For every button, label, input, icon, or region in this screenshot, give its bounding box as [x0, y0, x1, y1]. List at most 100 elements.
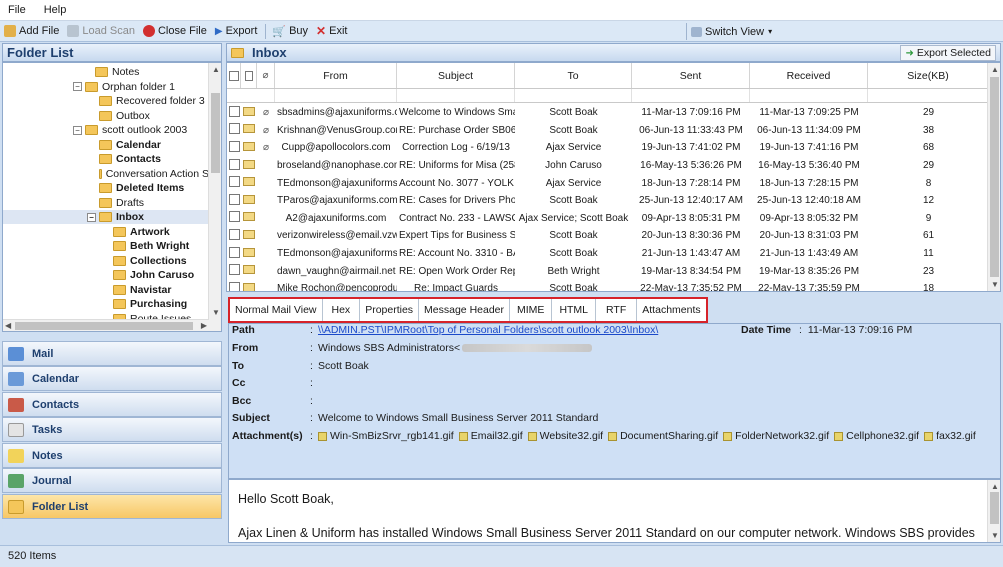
exit-button[interactable]: ✕ Exit	[316, 24, 347, 38]
tab-html[interactable]: HTML	[552, 299, 597, 321]
tab-rtf[interactable]: RTF	[596, 299, 638, 321]
tree-item[interactable]: Beth Wright	[3, 239, 209, 253]
table-row[interactable]: Mike Rochon@pencoprodu... Re: Impact Guar…	[227, 280, 989, 291]
scrollbar-thumb[interactable]	[990, 77, 999, 277]
tree-item[interactable]: Contacts	[3, 152, 209, 166]
tree-item[interactable]: Collections	[3, 254, 209, 268]
tree-item[interactable]: Outbox	[3, 109, 209, 123]
menu-file[interactable]: File	[8, 4, 26, 16]
row-checkbox[interactable]	[229, 264, 240, 276]
table-row[interactable]: TEdmonson@ajaxuniforms.c...Account No. 3…	[227, 174, 989, 192]
scroll-up-icon[interactable]: ▲	[212, 65, 220, 74]
switch-view-button[interactable]: Switch View ▾	[686, 23, 772, 40]
tree-item[interactable]: Artwork	[3, 225, 209, 239]
tree-item[interactable]: Purchasing	[3, 297, 209, 311]
tree-horizontal-scrollbar[interactable]: ◀ ▶	[3, 319, 209, 331]
row-checkbox[interactable]	[229, 176, 240, 188]
buy-button[interactable]: 🛒 Buy	[272, 25, 308, 38]
tree-vertical-scrollbar[interactable]: ▲ ▼	[208, 63, 221, 331]
scroll-right-icon[interactable]: ▶	[201, 321, 207, 330]
tree-item[interactable]: Calendar	[3, 138, 209, 152]
tree-item[interactable]: Deleted Items	[3, 181, 209, 195]
export-button[interactable]: ▶ Export	[215, 25, 258, 37]
table-row[interactable]: dawn_vaughn@airmail.net RE: Open Work Ord…	[227, 262, 989, 280]
row-checkbox[interactable]	[229, 193, 240, 205]
attachment-item[interactable]: Cellphone32.gif	[834, 430, 919, 442]
menu-help[interactable]: Help	[44, 4, 67, 16]
row-checkbox[interactable]	[229, 158, 240, 170]
read-status-column-header[interactable]	[241, 63, 257, 88]
nav-notes[interactable]: Notes	[2, 443, 222, 468]
nav-mail[interactable]: Mail	[2, 341, 222, 366]
scroll-down-icon[interactable]: ▼	[212, 308, 220, 317]
path-link[interactable]: \\ADMIN.PST\IPMRoot\Top of Personal Fold…	[318, 324, 658, 336]
attachment-item[interactable]: fax32.gif	[924, 430, 976, 442]
attachment-item[interactable]: DocumentSharing.gif	[608, 430, 718, 442]
tree-item[interactable]: − scott outlook 2003	[3, 123, 209, 137]
nav-folder-list[interactable]: Folder List	[2, 494, 222, 519]
tree-item[interactable]: Navistar	[3, 283, 209, 297]
scroll-up-icon[interactable]: ▲	[991, 65, 999, 74]
attachment-item[interactable]: Win-SmBizSrvr_rgb141.gif	[318, 430, 454, 442]
grid-vertical-scrollbar[interactable]: ▲ ▼	[987, 63, 1000, 291]
row-checkbox[interactable]	[229, 246, 240, 258]
tree-item[interactable]: Drafts	[3, 196, 209, 210]
column-subject[interactable]: Subject	[397, 63, 515, 88]
table-row[interactable]: broseland@nanophase.com RE: Uniforms for …	[227, 157, 989, 175]
row-checkbox[interactable]	[229, 123, 240, 135]
row-checkbox[interactable]	[229, 140, 240, 152]
attachment-item[interactable]: Email32.gif	[458, 430, 523, 442]
column-sent[interactable]: Sent	[632, 63, 750, 88]
scroll-left-icon[interactable]: ◀	[5, 321, 11, 330]
table-row[interactable]: ⌀ sbsadmins@ajaxuniforms.comWelcome to Wi…	[227, 104, 989, 122]
scroll-down-icon[interactable]: ▼	[991, 280, 999, 289]
tab-normal-mail-view[interactable]: Normal Mail View	[230, 299, 323, 321]
close-file-button[interactable]: Close File	[142, 25, 207, 37]
select-all-checkbox[interactable]	[227, 63, 241, 88]
attachment-column-header[interactable]: ⌀	[257, 63, 275, 88]
load-scan-button[interactable]: Load Scan	[67, 25, 135, 37]
table-row[interactable]: ⌀ Cupp@apollocolors.com Correction Log - 6…	[227, 139, 989, 157]
tab-message-header[interactable]: Message Header	[419, 299, 511, 321]
tree-item[interactable]: Conversation Action S	[3, 167, 209, 181]
column-size[interactable]: Size(KB)	[868, 63, 989, 88]
scrollbar-thumb[interactable]	[15, 322, 193, 330]
row-checkbox[interactable]	[229, 281, 240, 291]
tree-item[interactable]: Recovered folder 3	[3, 94, 209, 108]
attachment-item[interactable]: FolderNetwork32.gif	[723, 430, 829, 442]
table-row[interactable]: ⌀ Krishnan@VenusGroup.com RE: Purchase Ord…	[227, 122, 989, 140]
scrollbar-thumb[interactable]	[211, 93, 220, 173]
tree-item[interactable]: − Inbox	[3, 210, 209, 224]
column-from[interactable]: From	[275, 63, 397, 88]
tab-attachments[interactable]: Attachments	[637, 299, 705, 321]
nav-calendar[interactable]: Calendar	[2, 366, 222, 391]
table-row[interactable]: A2@ajaxuniforms.com Contract No. 233 - LA…	[227, 210, 989, 228]
column-received[interactable]: Received	[750, 63, 868, 88]
collapse-icon[interactable]: −	[87, 212, 96, 222]
attachment-item[interactable]: Website32.gif	[527, 430, 603, 442]
export-selected-button[interactable]: ➜ Export Selected	[900, 45, 996, 61]
tab-mime[interactable]: MIME	[510, 299, 553, 321]
table-row[interactable]: TParos@ajaxuniforms.com RE: Cases for Dri…	[227, 192, 989, 210]
table-row[interactable]: verizonwireless@email.vzws...Expert Tips…	[227, 227, 989, 245]
nav-journal[interactable]: Journal	[2, 468, 222, 493]
tab-properties[interactable]: Properties	[360, 299, 420, 321]
collapse-icon[interactable]: −	[73, 82, 82, 91]
tree-item[interactable]: − Orphan folder 1	[3, 80, 209, 94]
tab-hex[interactable]: Hex	[323, 299, 361, 321]
row-checkbox[interactable]	[229, 211, 240, 223]
scroll-down-icon[interactable]: ▼	[991, 531, 999, 540]
add-file-button[interactable]: Add File	[4, 25, 59, 37]
row-checkbox[interactable]	[229, 228, 240, 240]
column-to[interactable]: To	[515, 63, 632, 88]
nav-tasks[interactable]: Tasks	[2, 417, 222, 442]
tree-item[interactable]: Notes	[3, 65, 209, 79]
scrollbar-thumb[interactable]	[990, 492, 999, 524]
scroll-up-icon[interactable]: ▲	[991, 482, 999, 491]
row-checkbox[interactable]	[229, 105, 240, 117]
collapse-icon[interactable]: −	[73, 125, 82, 135]
tree-item[interactable]: John Caruso	[3, 268, 209, 282]
nav-contacts[interactable]: Contacts	[2, 392, 222, 417]
table-row[interactable]: TEdmonson@ajaxuniforms.c...RE: Account N…	[227, 245, 989, 263]
body-vertical-scrollbar[interactable]: ▲ ▼	[987, 480, 1000, 542]
